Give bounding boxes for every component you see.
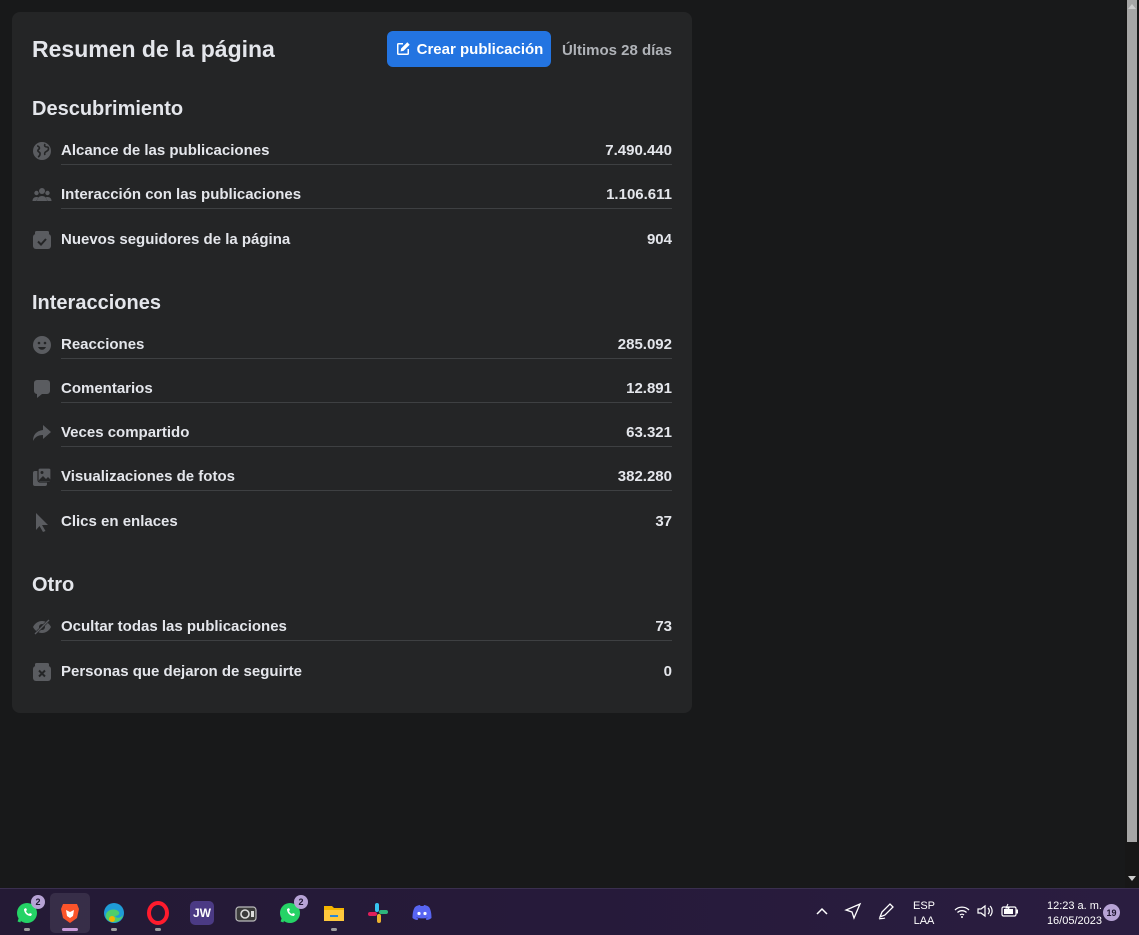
metric-value: 12.891 [626,380,672,397]
taskbar-app-edge[interactable] [94,893,134,933]
photo-icon [32,467,52,487]
folder-icon [322,901,346,925]
metric-row-reach[interactable]: Alcance de las publicaciones 7.490.440 [32,141,672,165]
check-box-icon [32,230,52,250]
system-clock[interactable]: 12:23 a. m. 16/05/2023 [1030,899,1102,929]
row-divider [61,358,672,359]
metric-row-link-clicks[interactable]: Clics en enlaces 37 [32,512,672,536]
metric-label: Reacciones [61,336,145,353]
metric-value: 63.321 [626,424,672,441]
page-title: Resumen de la página [32,36,275,62]
keyboard-layout: LAA [913,915,935,927]
notification-badge: 2 [294,895,308,909]
brave-icon [58,901,82,925]
language-code: ESP [912,900,935,912]
metric-label: Personas que dejaron de seguirte [61,663,302,680]
metric-value: 382.280 [617,468,672,485]
cursor-icon [32,512,52,532]
metric-label: Ocultar todas las publicaciones [61,618,287,635]
location-arrow-icon[interactable] [843,901,863,921]
section-title-interactions: Interacciones [32,292,161,314]
metric-label: Interacción con las publicaciones [61,186,302,203]
taskbar-app-whatsapp[interactable]: 2 [7,893,47,933]
metric-value: 73 [655,618,672,635]
metric-label: Veces compartido [61,424,190,441]
comment-icon [32,379,52,399]
section-title-discovery: Descubrimiento [32,98,184,120]
metric-label: Comentarios [61,380,153,397]
scrollbar-thumb[interactable] [1127,0,1137,842]
row-divider [61,490,672,491]
metric-value: 7.490.440 [605,142,672,159]
people-icon [32,185,52,205]
metric-value: 285.092 [617,336,672,353]
scroll-up-arrow-icon[interactable] [1128,4,1136,9]
taskbar-app-brave[interactable] [50,893,90,933]
row-divider [61,402,672,403]
discord-icon [410,901,434,925]
metric-value: 904 [646,231,672,248]
smiley-icon [32,335,52,355]
metric-label: Clics en enlaces [61,513,178,530]
taskbar-app-discord[interactable] [402,893,442,933]
wifi-icon[interactable] [952,901,972,921]
page-scrollbar[interactable] [1125,0,1139,888]
running-indicator [24,928,30,931]
taskbar-app-file-explorer[interactable] [314,893,354,933]
running-indicator [331,928,337,931]
slack-icon [366,901,390,925]
clock-time: 12:23 a. m. [1046,900,1102,912]
edit-icon [396,42,410,55]
metric-label: Alcance de las publicaciones [61,142,270,159]
row-divider [61,640,672,641]
opera-icon [146,901,170,925]
metric-row-hide-posts[interactable]: Ocultar todas las publicaciones 73 [32,617,672,641]
taskbar-app-jw[interactable]: JW [182,893,222,933]
create-post-button[interactable]: Crear publicación [387,31,551,67]
page-summary-card: Resumen de la página Crear publicación Ú… [12,12,692,713]
taskbar-app-opera[interactable] [138,893,178,933]
metric-row-shares[interactable]: Veces compartido 63.321 [32,423,672,447]
metric-row-photo-views[interactable]: Visualizaciones de fotos 382.280 [32,467,672,491]
metric-value: 0 [663,663,672,680]
metric-row-reactions[interactable]: Reacciones 285.092 [32,335,672,359]
notification-center-badge[interactable]: 19 [1103,904,1120,921]
taskbar-app-camera[interactable] [226,893,266,933]
metric-label: Nuevos seguidores de la página [61,231,291,248]
row-divider [61,446,672,447]
camera-icon [234,901,258,925]
metric-value: 37 [655,513,672,530]
running-indicator [111,928,117,931]
metric-row-comments[interactable]: Comentarios 12.891 [32,379,672,403]
eye-off-icon [32,617,52,637]
metric-row-unfollows[interactable]: Personas que dejaron de seguirte 0 [32,662,672,686]
unfollow-icon [32,662,52,682]
row-divider [61,164,672,165]
volume-icon[interactable] [975,901,995,921]
jw-icon: JW [190,901,214,925]
notification-badge: 2 [31,895,45,909]
section-title-other: Otro [32,574,75,596]
metric-value: 1.106.611 [606,186,672,203]
metric-label: Visualizaciones de fotos [61,468,235,485]
create-post-label: Crear publicación [416,40,544,58]
clock-date: 16/05/2023 [1046,915,1102,927]
running-indicator [155,928,161,931]
date-range-selector[interactable]: Últimos 28 días [562,42,672,59]
pen-icon[interactable] [876,901,896,921]
battery-icon[interactable] [1000,901,1020,921]
row-divider [61,208,672,209]
globe-icon [32,141,52,161]
metric-row-new-followers[interactable]: Nuevos seguidores de la página 904 [32,230,672,254]
taskbar-app-whatsapp-2[interactable]: 2 [270,893,310,933]
running-indicator [62,928,78,931]
taskbar-app-slack[interactable] [358,893,398,933]
share-icon [32,423,52,443]
edge-icon [102,901,126,925]
windows-taskbar: 2 JW 2 ESP LAA 12:23 a. m. 16/05/2023 19 [0,888,1139,935]
input-language-indicator[interactable]: ESP LAA [910,899,938,929]
show-hidden-icons-chevron-icon[interactable] [812,901,832,921]
scroll-down-arrow-icon[interactable] [1128,876,1136,881]
metric-row-engagement[interactable]: Interacción con las publicaciones 1.106.… [32,185,672,209]
